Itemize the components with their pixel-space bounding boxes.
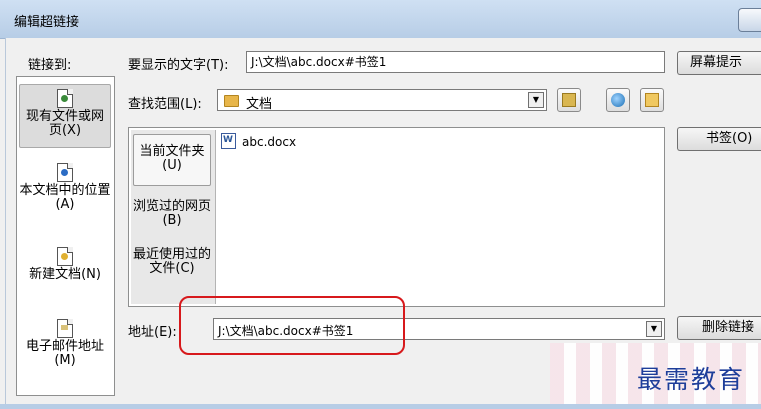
place-browsed-pages[interactable]: 浏览过的网页(B) <box>133 200 211 234</box>
display-text-label: 要显示的文字(T): <box>128 58 229 73</box>
watermark-text: 最需教育 <box>637 365 746 394</box>
remove-link-button[interactable]: 删除链接 <box>677 316 761 340</box>
file-browser-pane: 当前文件夹(U) 浏览过的网页(B) 最近使用过的文件(C) abc.docx <box>128 127 665 307</box>
file-name: abc.docx <box>242 135 297 149</box>
display-text-input[interactable]: J:\文档\abc.docx#书签1 <box>246 51 665 73</box>
chevron-down-icon[interactable]: ▼ <box>528 92 544 108</box>
highlight-annotation <box>179 296 405 355</box>
link-to-label: 链接到: <box>28 58 72 73</box>
place-current-folder[interactable]: 当前文件夹(U) <box>133 134 211 186</box>
up-folder-icon <box>562 93 576 107</box>
address-label: 地址(E): <box>128 325 177 340</box>
places-bar: 当前文件夹(U) 浏览过的网页(B) 最近使用过的文件(C) <box>131 130 216 304</box>
document-place-icon <box>57 163 73 182</box>
window-bottom-border <box>0 404 761 409</box>
look-in-label: 查找范围(L): <box>128 97 202 112</box>
browse-web-button[interactable] <box>606 88 630 112</box>
web-page-icon <box>57 89 73 108</box>
link-place-in-document[interactable]: 本文档中的位置(A) <box>19 163 111 223</box>
place-recent-files[interactable]: 最近使用过的文件(C) <box>133 248 211 300</box>
globe-search-icon <box>611 93 625 107</box>
link-email-address[interactable]: 电子邮件地址(M) <box>19 319 111 383</box>
up-one-folder-button[interactable] <box>557 88 581 112</box>
title-bar: 编辑超链接 <box>0 0 761 39</box>
folder-icon <box>224 95 239 107</box>
open-folder-icon <box>645 93 659 107</box>
screen-tip-button[interactable]: 屏幕提示 <box>677 51 761 75</box>
email-icon <box>57 319 73 338</box>
window-title: 编辑超链接 <box>14 15 80 30</box>
chevron-down-icon[interactable]: ▼ <box>646 321 662 337</box>
link-to-bar: 现有文件或网页(X) 本文档中的位置(A) 新建文档(N) 电子邮件地址(M) <box>16 76 115 396</box>
edit-hyperlink-dialog: 编辑超链接 链接到: 现有文件或网页(X) 本文档中的位置(A) 新建文档(N)… <box>0 0 761 409</box>
new-document-icon <box>57 247 73 266</box>
word-document-icon <box>221 133 236 149</box>
file-list-item[interactable]: abc.docx <box>221 133 296 149</box>
close-button[interactable] <box>738 8 761 32</box>
link-existing-file[interactable]: 现有文件或网页(X) <box>19 84 111 148</box>
look-in-value: 文档 <box>246 97 273 112</box>
look-in-combo[interactable]: 文档 ▼ <box>217 89 547 112</box>
browse-file-button[interactable] <box>640 88 664 112</box>
link-new-document[interactable]: 新建文档(N) <box>19 247 111 297</box>
bookmark-button[interactable]: 书签(O) <box>677 127 761 151</box>
